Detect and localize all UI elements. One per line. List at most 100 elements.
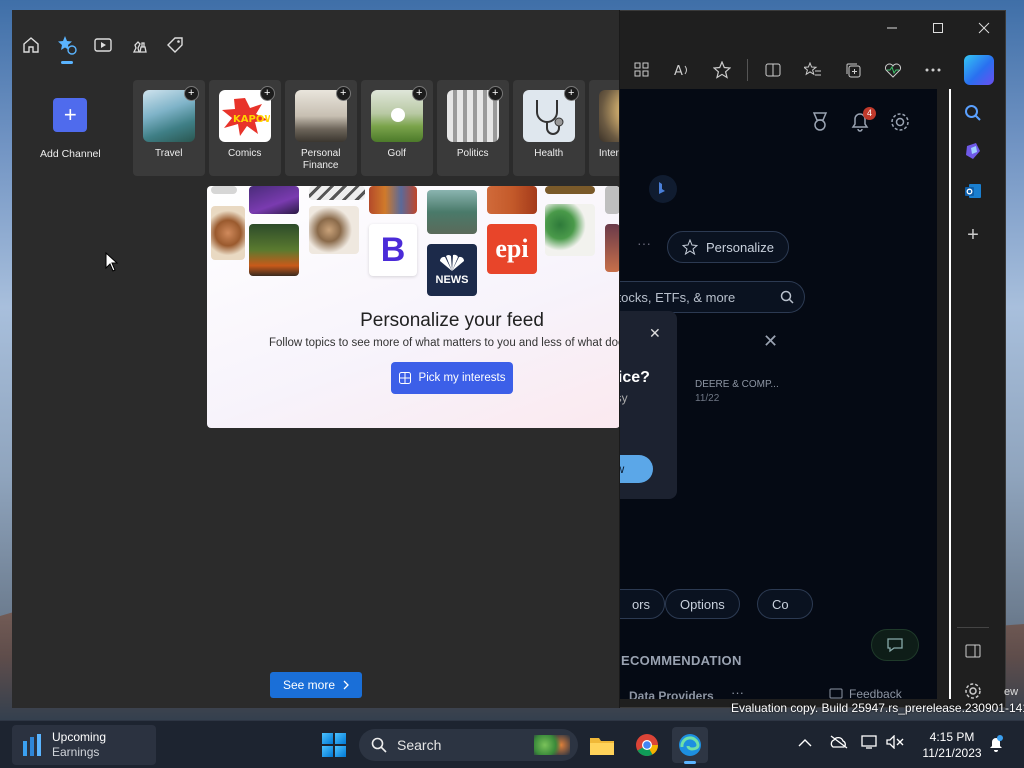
chip-co[interactable]: Co [757, 589, 813, 619]
chat-bubble-icon[interactable] [871, 629, 919, 661]
more-dots-icon[interactable]: ··· [731, 685, 744, 699]
network-icon[interactable] [861, 735, 879, 754]
games-tab[interactable] [124, 30, 154, 60]
split-screen-icon[interactable] [756, 55, 790, 85]
home-tab[interactable] [16, 30, 46, 60]
finance-search-input[interactable]: stocks, ETFs, & more [609, 281, 805, 313]
maximize-button[interactable] [915, 11, 961, 45]
volume-muted-icon[interactable] [886, 734, 904, 754]
chip-options[interactable]: Options [665, 589, 740, 619]
toolbar-divider [747, 59, 748, 81]
favorites-icon[interactable] [796, 55, 830, 85]
edge-icon[interactable] [672, 727, 708, 764]
taskbar: Upcoming Earnings Search 4:15 PM 11/21/2… [0, 720, 1024, 768]
following-tab[interactable] [52, 30, 82, 64]
epicurious-logo: epi [487, 224, 537, 274]
file-explorer-icon[interactable] [584, 727, 620, 763]
copilot-sidebar-icon[interactable] [961, 139, 985, 163]
sparkle-icon [682, 239, 698, 255]
channel-tile-health[interactable]: + Health [512, 80, 585, 176]
beehiiv-logo-text: B [380, 230, 406, 269]
follow-plus-icon[interactable]: + [563, 86, 579, 101]
follow-plus-icon[interactable]: + [411, 86, 427, 101]
photo-purple [249, 186, 299, 214]
search-icon[interactable] [961, 101, 985, 125]
photo-orange [487, 186, 537, 214]
taskbar-clock[interactable]: 4:15 PM 11/21/2023 [914, 729, 990, 761]
chip-label: ors [631, 596, 650, 612]
photo-misc-2 [605, 224, 619, 272]
browser-toolbar: A [621, 51, 1007, 89]
data-providers-link[interactable]: Data Providers [629, 689, 714, 699]
windows-logo-pane [322, 733, 333, 744]
taskbar-search[interactable]: Search [359, 729, 578, 761]
collections-icon[interactable] [836, 55, 870, 85]
follow-plus-icon[interactable]: + [259, 86, 275, 101]
bing-icon[interactable] [649, 175, 677, 203]
notification-bell-icon[interactable] [988, 735, 1004, 758]
start-button[interactable] [322, 733, 346, 757]
channel-tile-politics[interactable]: + Politics [436, 80, 509, 176]
popup-close-icon[interactable]: ✕ [649, 325, 661, 342]
minimize-button[interactable] [869, 11, 915, 45]
channel-tile-interior-design[interactable]: + Interior Des [588, 80, 619, 176]
chevron-right-icon [343, 680, 349, 690]
feedback-button[interactable]: Feedback [829, 687, 902, 699]
peacock-icon [439, 254, 465, 271]
recommendation-heading: ECOMMENDATION [621, 653, 742, 668]
add-channel-button[interactable]: + Add Channel [40, 80, 101, 176]
pick-my-interests-button[interactable]: Pick my interests [391, 362, 513, 394]
copilot-icon[interactable] [964, 55, 994, 85]
photo-coffee [309, 206, 359, 254]
stock-chart-icon [23, 734, 41, 756]
channel-tile-golf[interactable]: + Golf [360, 80, 433, 176]
evaluation-watermark: Evaluation copy. Build 25947.rs_prerelea… [731, 701, 1024, 715]
read-aloud-icon[interactable]: A [665, 55, 699, 85]
hide-sidebar-icon[interactable] [961, 639, 985, 663]
see-more-button[interactable]: See more [270, 672, 362, 698]
channel-label: Golf [387, 148, 406, 159]
nbc-news-text: NEWS [435, 274, 469, 286]
widgets-button[interactable]: Upcoming Earnings [12, 725, 156, 765]
windows-logo-pane [335, 746, 346, 757]
follow-plus-icon[interactable]: + [487, 86, 503, 101]
shopping-tab[interactable] [160, 30, 190, 60]
tag-icon [167, 37, 183, 53]
channel-label: Comics [228, 148, 262, 159]
notifications-bell-icon[interactable]: 4 [849, 107, 876, 138]
video-tab[interactable] [88, 30, 118, 60]
channel-tile-personal-finance[interactable]: + Personal Finance [284, 80, 357, 176]
outlook-icon[interactable] [961, 179, 985, 203]
edge-sidebar: + [951, 89, 995, 709]
channel-label: Health [534, 148, 564, 159]
beehiiv-logo: B [369, 224, 417, 276]
rewards-icon[interactable] [809, 111, 831, 138]
personalize-button[interactable]: Personalize [667, 231, 789, 263]
dismiss-close-icon[interactable]: ✕ [763, 331, 778, 352]
windows-logo-pane [335, 733, 346, 744]
browser-essentials-icon[interactable] [876, 55, 910, 85]
feedback-label: Feedback [849, 687, 902, 699]
photo-lake [427, 190, 477, 234]
apps-icon[interactable] [625, 55, 659, 85]
settings-gear-icon[interactable] [889, 111, 911, 138]
show-hidden-icons-chevron-icon[interactable] [798, 735, 812, 753]
more-dots-icon[interactable]: ··· [637, 235, 651, 251]
search-icon [371, 737, 387, 753]
add-sidebar-icon[interactable]: + [961, 223, 985, 247]
plus-icon: + [53, 98, 88, 132]
channel-tile-comics[interactable]: KAPOW + Comics [208, 80, 281, 176]
chrome-icon[interactable] [629, 727, 665, 763]
follow-plus-icon[interactable]: + [183, 86, 199, 101]
svg-text:KAPOW: KAPOW [233, 114, 270, 125]
flyout-nav [12, 30, 190, 64]
sidebar-settings-icon[interactable] [961, 679, 985, 703]
follow-plus-icon[interactable]: + [335, 86, 351, 101]
notification-badge: 4 [863, 107, 876, 120]
onedrive-icon[interactable] [829, 735, 849, 754]
close-button[interactable] [961, 11, 1007, 45]
photo-art [369, 186, 417, 214]
channel-tile-travel[interactable]: + Travel [132, 80, 205, 176]
favorite-star-icon[interactable] [705, 55, 739, 85]
more-options-icon[interactable] [916, 55, 950, 85]
